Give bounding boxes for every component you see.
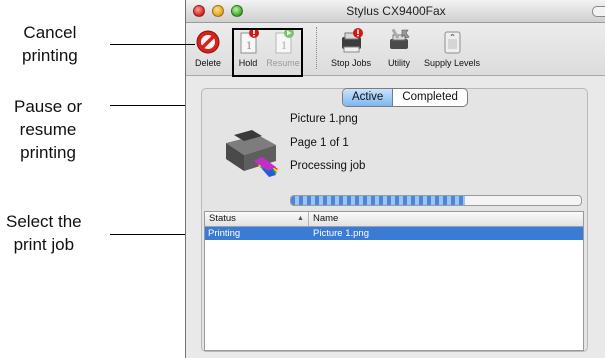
callout-cancel-printing: Cancel printing	[22, 21, 78, 67]
job-progress-fill	[291, 196, 465, 205]
callout-text: Select the	[6, 212, 82, 231]
callout-text: resume	[19, 120, 77, 139]
window-title: Stylus CX9400Fax	[346, 4, 446, 18]
sort-ascending-icon[interactable]: ▲	[297, 215, 304, 222]
table-row[interactable]: Printing Picture 1.png	[205, 227, 583, 240]
toolbar-separator	[316, 27, 317, 69]
callout-text: Cancel	[23, 23, 77, 42]
job-status-text: Processing job	[290, 160, 366, 172]
table-header: Status ▲ Name	[205, 212, 583, 227]
column-header-name[interactable]: Name	[313, 213, 338, 224]
callout-text: printing	[22, 46, 78, 65]
view-segmented-control: Active Completed	[342, 88, 468, 107]
stop-jobs-label: Stop Jobs	[330, 58, 372, 68]
job-name-cell: Picture 1.png	[313, 228, 369, 239]
callout-box-cancel	[189, 29, 233, 79]
callout-box-hold-resume	[232, 28, 303, 77]
job-page-count: Page 1 of 1	[290, 137, 349, 149]
print-queue-window: Stylus CX9400Fax Delete 1 Hold 1 Resume …	[185, 0, 605, 358]
utility-button[interactable]: Utility	[382, 27, 416, 68]
utility-icon	[384, 27, 414, 55]
job-panel: Active Completed Picture 1.png Page 1 of…	[201, 88, 588, 352]
callout-text: Pause or	[14, 97, 83, 116]
callout-text: print job	[13, 235, 75, 254]
job-status-cell: Printing	[208, 228, 241, 239]
toolbar-toggle-button[interactable]	[592, 6, 605, 17]
tab-active[interactable]: Active	[343, 89, 394, 106]
printer-icon	[220, 125, 280, 177]
callout-text: printing	[20, 143, 76, 162]
column-divider[interactable]	[308, 212, 309, 226]
title-bar[interactable]: Stylus CX9400Fax	[186, 0, 605, 23]
callout-line-cancel	[110, 44, 188, 45]
job-table: Status ▲ Name Printing Picture 1.png	[204, 211, 584, 351]
column-header-status[interactable]: Status	[209, 213, 236, 224]
supply-levels-label: Supply Levels	[423, 58, 481, 68]
supply-levels-button[interactable]: Supply Levels	[420, 27, 484, 68]
job-file-name: Picture 1.png	[290, 113, 358, 125]
callout-line-cancel-ext	[185, 44, 195, 45]
stop-jobs-button[interactable]: Stop Jobs	[326, 27, 376, 68]
job-progress-bar	[290, 195, 582, 206]
callout-select-print-job: Select the print job	[6, 210, 82, 256]
tab-completed[interactable]: Completed	[393, 89, 467, 106]
printer-stop-icon	[336, 27, 366, 55]
supply-levels-icon	[437, 27, 467, 55]
utility-label: Utility	[388, 58, 410, 68]
callout-pause-resume: Pause or resume printing	[14, 95, 82, 164]
